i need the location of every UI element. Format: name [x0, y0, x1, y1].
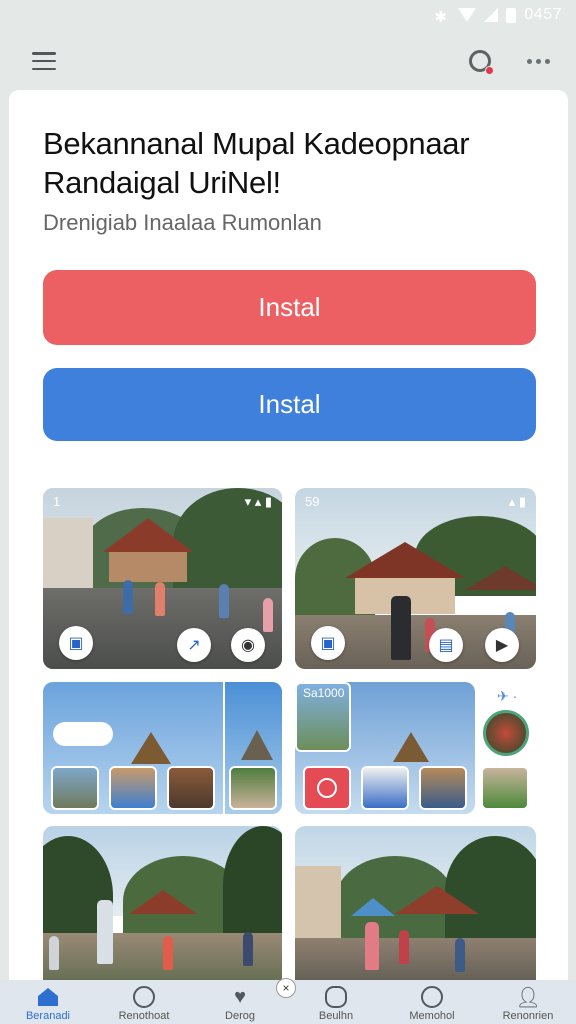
media-icon[interactable]: ▣ [311, 626, 345, 660]
app-bar-actions [469, 50, 550, 75]
nav-item-profile[interactable]: 👤︎ Renonrien [483, 986, 573, 1023]
nav-item-chat[interactable]: Renothoat [99, 986, 189, 1022]
status-time: 0457 [524, 6, 562, 23]
media-icon[interactable]: ▣ [59, 626, 93, 660]
close-icon[interactable]: × [276, 978, 296, 998]
nav-label: Beranadi [25, 1010, 71, 1022]
avatar[interactable] [483, 710, 529, 756]
message-icon [324, 986, 348, 1008]
photo-thumbnail[interactable] [361, 766, 409, 810]
chat-icon [132, 986, 156, 1008]
page-subtitle: Drenigiab Inaalaa Rumonlan [43, 210, 322, 235]
gallery-icon[interactable]: ▤ [429, 628, 463, 662]
photo-thumbnail[interactable] [51, 766, 99, 810]
nav-item-home[interactable]: Beranadi [3, 986, 93, 1022]
install-button-red[interactable]: Instal [43, 270, 536, 345]
nav-label: Renonrien [502, 1010, 554, 1022]
bubble-icon [420, 986, 444, 1008]
tile-status-bar: 59 ▴ ▮ [305, 494, 526, 510]
photo-thumbnail[interactable] [419, 766, 467, 810]
nav-label: Beulhn [318, 1010, 354, 1022]
tile-status-bar: 1 ▾ ▴ ▮ [53, 494, 272, 510]
tile-status-text: 1 [53, 494, 61, 509]
nav-item-messages[interactable]: Beulhn [291, 986, 381, 1022]
more-dots-icon[interactable] [527, 58, 550, 64]
photo-thumbnail[interactable] [109, 766, 157, 810]
install-button-blue[interactable]: Instal [43, 368, 536, 441]
signal-icon [484, 8, 499, 22]
status-bar: 0457 [0, 0, 576, 30]
cloud-shape [53, 722, 113, 746]
umbrella-shape [351, 898, 395, 916]
search-icon[interactable] [469, 50, 494, 75]
nav-item-favorites[interactable]: ♥ Derog [195, 985, 285, 1023]
play-icon[interactable]: ▶ [485, 628, 519, 662]
app-bar [0, 38, 576, 84]
profile-icon: 👤︎ [515, 986, 541, 1009]
notification-dot [485, 66, 494, 75]
nav-label: Derog [225, 1010, 255, 1022]
nav-label: Renothoat [118, 1010, 170, 1022]
gallery-tile-market[interactable] [295, 826, 536, 990]
photo-thumbnail[interactable] [229, 766, 277, 810]
record-button[interactable] [303, 766, 351, 810]
gallery-tile-village-houses[interactable]: 59 ▴ ▮ ▣ ▤ ▶ [295, 488, 536, 669]
wifi-icon [458, 8, 477, 22]
home-icon [36, 986, 60, 1008]
plane-icon: ✈ · [497, 688, 518, 704]
battery-icon [506, 7, 517, 23]
tile-signal-icon: ▴ ▮ [508, 494, 526, 509]
share-icon[interactable]: ↗ [177, 628, 211, 662]
photo-thumbnail[interactable] [167, 766, 215, 810]
photo-thumbnail[interactable] [481, 766, 529, 810]
hamburger-icon[interactable] [32, 52, 56, 70]
nav-label: Memohol [409, 1010, 455, 1022]
gallery-tile-village-road[interactable]: 1 ▾ ▴ ▮ ▣ ↗ ◉ [43, 488, 282, 669]
heart-icon: ♥ [234, 985, 246, 1008]
gallery-tile-festival[interactable] [43, 826, 282, 990]
page-title: Bekannanal Mupal Kadeopnaar Randaigal Ur… [43, 126, 470, 200]
nav-item-bubble[interactable]: Memohol [387, 986, 477, 1022]
main-card: Bekannanal Mupal Kadeopnaar Randaigal Ur… [9, 90, 568, 990]
gallery-tile-sky[interactable]: Sa1000 [295, 682, 475, 814]
bluetooth-icon [434, 8, 450, 22]
tile-signal-icon: ▾ ▴ ▮ [244, 494, 272, 509]
tile-status-text: 59 [305, 494, 320, 509]
gallery-tile-temple[interactable] [43, 682, 282, 814]
camera-icon[interactable]: ◉ [231, 628, 265, 662]
tile-label: Sa1000 [303, 686, 345, 700]
